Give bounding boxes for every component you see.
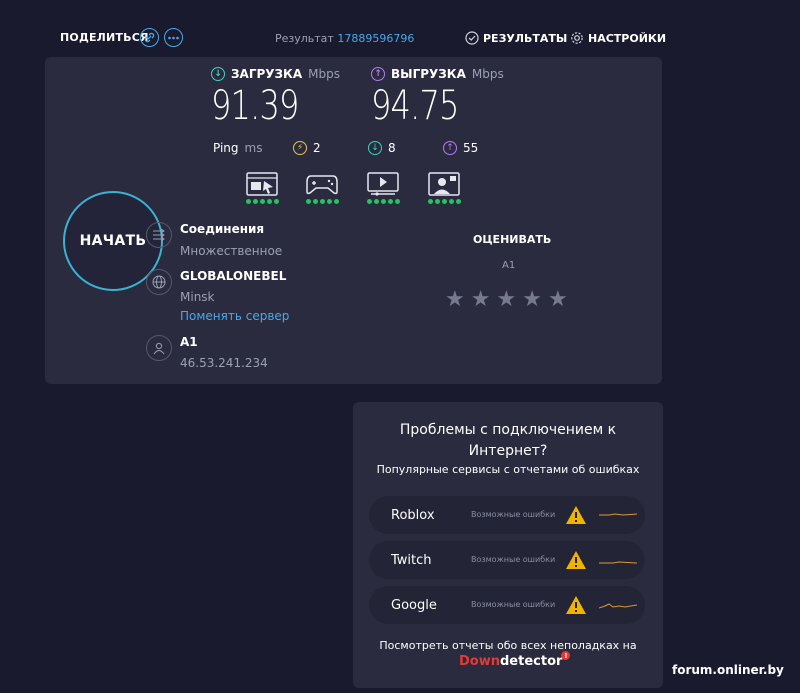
star-icon[interactable]: ★	[496, 287, 516, 312]
result-label: Результат	[275, 32, 334, 45]
ping-upload-value: 55	[463, 141, 479, 155]
connections-title: Соединения	[180, 222, 265, 236]
all-reports-text: Посмотреть отчеты обо всех неполадках на	[379, 639, 637, 652]
rating-provider: A1	[502, 260, 516, 271]
ping-upload-icon: ↑	[443, 141, 457, 155]
settings-label: НАСТРОЙКИ	[588, 31, 667, 45]
download-label: ЗАГРУЗКА	[231, 67, 303, 81]
speedtest-result-card: ↓ ЗАГРУЗКА Mbps 91.39 ↑ ВЫГРУЗКА Mbps 94…	[45, 57, 662, 384]
problems-subtitle: Популярные сервисы с отчетами об ошибках	[376, 463, 640, 476]
ping-download-value: 8	[388, 141, 396, 155]
top-bar: ПОДЕЛИТЬСЯ Результат 17889596796 РЕЗУЛЬТ…	[60, 28, 666, 50]
quality-dots	[305, 199, 339, 204]
quality-dots	[427, 199, 461, 204]
jitter-value-group: ⚡ 2	[293, 141, 321, 155]
star-icon[interactable]: ★	[522, 287, 542, 312]
downdetector-logo[interactable]: Downdetector !	[459, 651, 571, 669]
server-city: Minsk	[180, 290, 215, 304]
upload-arrow-icon: ↑	[371, 67, 385, 81]
upload-value: 94.75	[371, 83, 459, 129]
ping-download-group: ↓ 8	[368, 141, 396, 155]
jitter-icon: ⚡	[293, 141, 307, 155]
sparkline-chart	[599, 603, 637, 609]
service-row-google[interactable]: Google Возможные ошибки	[369, 586, 645, 624]
server-name: GLOBALONEBEL	[180, 269, 287, 283]
jitter-value: 2	[313, 141, 321, 155]
results-label: РЕЗУЛЬТАТЫ	[483, 31, 568, 45]
service-status: Возможные ошибки	[471, 600, 556, 609]
globe-icon	[146, 269, 172, 295]
connections-icon	[146, 222, 172, 248]
star-icon[interactable]: ★	[445, 287, 465, 312]
star-icon[interactable]: ★	[471, 287, 491, 312]
service-status: Возможные ошибки	[471, 510, 556, 519]
settings-button[interactable]: НАСТРОЙКИ	[570, 31, 666, 45]
video-icon[interactable]	[366, 172, 400, 204]
result-id-link[interactable]: 17889596796	[337, 32, 414, 45]
quality-dots	[245, 199, 279, 204]
link-icon[interactable]	[140, 28, 159, 47]
upload-block: ↑ ВЫГРУЗКА Mbps 94.75	[371, 67, 504, 129]
gaming-icon[interactable]	[305, 172, 339, 204]
ip-address: 46.53.241.234	[180, 356, 268, 370]
sparkline-chart	[599, 561, 637, 564]
download-unit: Mbps	[308, 67, 340, 81]
connection-problems-panel: Проблемы с подключением к Интернет? Попу…	[353, 402, 663, 688]
ping-unit: ms	[244, 141, 263, 155]
download-block: ↓ ЗАГРУЗКА Mbps 91.39	[211, 67, 340, 129]
share-label: ПОДЕЛИТЬСЯ	[60, 31, 149, 44]
change-server-link[interactable]: Поменять сервер	[180, 309, 289, 323]
star-rating: ★ ★ ★ ★ ★	[445, 287, 568, 312]
watermark: forum.onliner.by	[672, 663, 784, 677]
upload-unit: Mbps	[471, 67, 504, 81]
problems-title: Проблемы с подключением к Интернет?	[399, 422, 617, 459]
results-button[interactable]: РЕЗУЛЬТАТЫ	[465, 31, 567, 45]
service-row-roblox[interactable]: Roblox Возможные ошибки	[369, 496, 645, 534]
ping-label: Ping	[213, 141, 239, 155]
result-id-text: Результат 17889596796	[275, 32, 414, 45]
provider-name: A1	[180, 335, 198, 349]
star-icon[interactable]: ★	[548, 287, 568, 312]
service-status: Возможные ошибки	[471, 555, 556, 564]
more-icon[interactable]	[164, 28, 183, 47]
quality-dots	[366, 199, 400, 204]
check-circle-icon	[465, 31, 479, 45]
rating-title: ОЦЕНИВАТЬ	[473, 233, 552, 246]
gear-icon	[571, 32, 583, 44]
service-name: Google	[391, 598, 437, 613]
service-name: Roblox	[391, 508, 435, 523]
ping-upload-group: ↑ 55	[443, 141, 478, 155]
warning-icon	[566, 596, 586, 614]
alert-badge: !	[561, 651, 571, 660]
service-name: Twitch	[391, 553, 432, 568]
ping-download-icon: ↓	[368, 141, 382, 155]
user-icon	[146, 335, 172, 361]
connections-value: Множественное	[180, 244, 283, 258]
upload-label: ВЫГРУЗКА	[391, 67, 466, 81]
download-arrow-icon: ↓	[211, 67, 225, 81]
service-row-twitch[interactable]: Twitch Возможные ошибки	[369, 541, 645, 579]
browsing-icon[interactable]	[245, 172, 279, 204]
video-call-icon[interactable]	[427, 172, 461, 204]
sparkline-chart	[599, 513, 637, 516]
warning-icon	[566, 506, 586, 524]
download-value: 91.39	[211, 83, 299, 129]
warning-icon	[566, 551, 586, 569]
